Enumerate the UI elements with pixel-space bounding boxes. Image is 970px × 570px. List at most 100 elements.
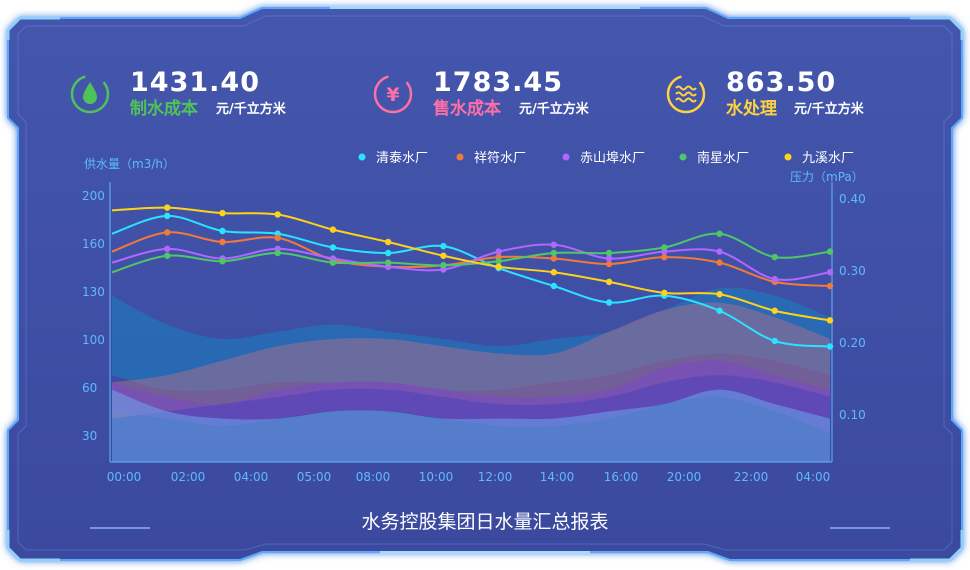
legend-item[interactable]: 九溪水厂 <box>802 151 854 166</box>
data-point <box>219 258 226 265</box>
kpi-value: 863.50 <box>726 67 836 98</box>
data-point <box>716 259 723 266</box>
data-point <box>164 212 171 220</box>
data-point <box>826 282 834 290</box>
data-point <box>826 343 834 350</box>
legend-item[interactable]: 清泰水厂 <box>376 151 428 166</box>
data-point <box>826 269 834 276</box>
y-axis-title: 供水量（m3/h） <box>84 157 175 171</box>
data-point <box>164 229 171 236</box>
data-point <box>771 307 778 314</box>
kpi-label: 售水成本 <box>433 98 501 119</box>
data-point <box>771 337 778 345</box>
data-point <box>605 260 613 268</box>
x-tick-label: 04:00 <box>796 470 831 484</box>
report-title: 水务控股集团日水量汇总报表 <box>361 511 608 533</box>
data-point <box>550 269 558 276</box>
kpi-value: 1783.45 <box>433 67 563 98</box>
data-point <box>605 249 613 257</box>
x-tick-label: 14:00 <box>540 470 575 484</box>
data-point <box>329 226 337 233</box>
kpi-value: 1431.40 <box>130 67 260 98</box>
data-point <box>495 248 502 255</box>
data-point <box>771 275 778 283</box>
data-point <box>219 238 226 246</box>
x-tick-label: 10:00 <box>419 470 454 484</box>
data-point <box>550 249 558 257</box>
y-tick-label: 130 <box>82 285 105 299</box>
data-point <box>771 253 778 261</box>
x-tick-label: 16:00 <box>604 470 639 484</box>
data-point <box>661 244 668 251</box>
legend-marker <box>358 153 366 161</box>
bottom-left-dash <box>90 527 150 529</box>
data-point <box>661 289 668 297</box>
yen-icon: ¥ <box>386 84 399 106</box>
x-tick-label: 05:00 <box>297 470 332 484</box>
data-point <box>826 248 834 255</box>
data-point <box>495 263 502 270</box>
data-point <box>550 241 558 248</box>
data-point <box>550 255 558 262</box>
data-point <box>826 317 834 324</box>
legend-item[interactable]: 南星水厂 <box>697 150 749 166</box>
data-point <box>605 255 613 262</box>
x-tick-label: 08:00 <box>356 470 391 484</box>
y-tick-label: 30 <box>82 429 97 443</box>
x-tick-label: 04:00 <box>234 470 269 484</box>
data-point <box>164 252 171 259</box>
y-tick-label: 100 <box>82 333 105 347</box>
y2-axis-title: 压力（mPa） <box>790 170 864 184</box>
data-point <box>440 242 447 250</box>
kpi-label: 制水成本 <box>130 98 198 119</box>
legend-marker <box>456 153 464 161</box>
data-point <box>329 244 337 251</box>
bottom-right-dash <box>830 527 890 529</box>
kpi-unit: 元/千立方米 <box>216 101 287 117</box>
data-point <box>164 245 171 253</box>
legend-marker <box>562 153 570 161</box>
dashboard-panel: 1431.40 制水成本 元/千立方米 ¥ 1783.45 售水成本 元/千立方… <box>0 0 970 570</box>
x-tick-label: 22:00 <box>734 470 769 484</box>
data-point <box>716 291 723 298</box>
data-point <box>661 253 668 261</box>
data-point <box>384 238 392 246</box>
data-point <box>329 259 337 266</box>
kpi-unit: 元/千立方米 <box>519 101 590 117</box>
data-point <box>605 299 613 306</box>
x-tick-label: 12:00 <box>478 470 513 484</box>
data-point <box>219 209 226 217</box>
data-point <box>716 248 723 255</box>
data-point <box>716 230 723 237</box>
x-tick-label: 20:00 <box>667 470 702 484</box>
data-point <box>164 204 171 211</box>
x-tick-label: 00:00 <box>107 470 142 484</box>
data-point <box>605 278 613 286</box>
data-point <box>274 249 281 257</box>
kpi-unit: 元/千立方米 <box>794 101 865 117</box>
x-tick-label: 02:00 <box>171 470 206 484</box>
y-tick-label: 60 <box>82 381 97 395</box>
y-tick-label: 160 <box>82 237 105 251</box>
data-point <box>495 258 502 265</box>
legend-item[interactable]: 祥符水厂 <box>474 150 526 166</box>
bottom-glow-bar <box>380 551 590 554</box>
legend-marker <box>784 153 792 161</box>
y2-tick-label: 0.40 <box>839 192 866 206</box>
y-tick-label: 200 <box>82 189 105 203</box>
data-point <box>716 307 723 314</box>
data-point <box>440 262 447 269</box>
data-point <box>440 252 447 259</box>
legend-marker <box>679 153 687 161</box>
data-point <box>384 249 392 257</box>
top-glow-bar <box>330 6 640 9</box>
legend-item[interactable]: 赤山埠水厂 <box>580 151 645 166</box>
panel-frame: 1431.40 制水成本 元/千立方米 ¥ 1783.45 售水成本 元/千立方… <box>6 6 964 562</box>
kpi-label: 水处理 <box>726 98 777 119</box>
data-point <box>219 227 226 235</box>
data-point <box>274 211 281 218</box>
data-point <box>384 259 392 266</box>
y2-tick-label: 0.30 <box>839 264 866 278</box>
y2-tick-label: 0.10 <box>839 408 866 422</box>
data-point <box>274 234 281 242</box>
